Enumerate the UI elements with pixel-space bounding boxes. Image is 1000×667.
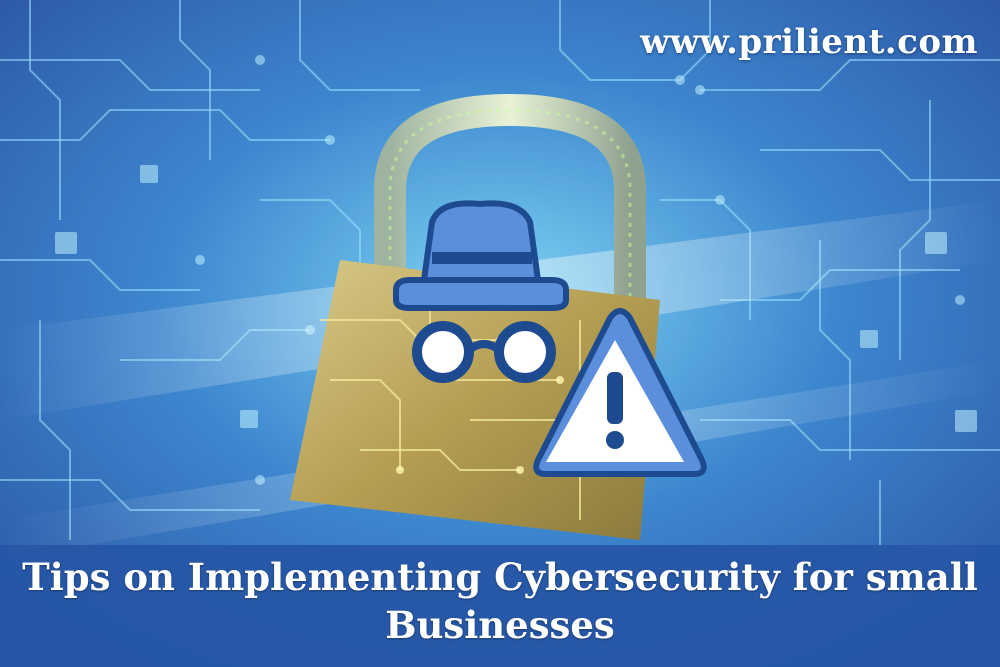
banner-title: Tips on Implementing Cybersecurity for s…	[0, 553, 1000, 649]
hero-image: www.prilient.com Tips on Implementing Cy…	[0, 0, 1000, 667]
banner-title-line-1: Tips on Implementing Cybersecurity for s…	[22, 555, 978, 599]
banner-title-line-2: Businesses	[385, 603, 615, 647]
website-url: www.prilient.com	[640, 22, 978, 62]
